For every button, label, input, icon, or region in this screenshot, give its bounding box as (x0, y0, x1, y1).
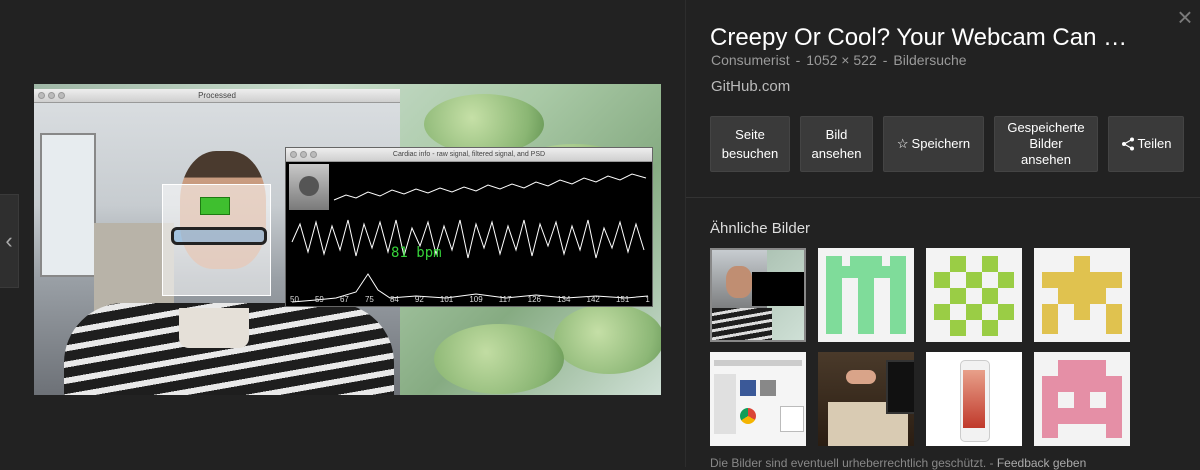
axis-tick-label: 59 (314, 295, 324, 304)
axis-tick-label: 151 (615, 295, 630, 304)
similar-image-thumb[interactable] (818, 352, 914, 446)
processed-window-title: Processed (198, 91, 236, 100)
feedback-link[interactable]: Feedback geben (997, 456, 1086, 470)
main-image[interactable]: Processed Cardiac info - raw signal, fil… (34, 84, 661, 395)
star-icon: ☆ (896, 136, 909, 151)
image-meta: Consumerist -1052 × 522- Bildersuche (711, 52, 973, 68)
similar-image-thumb[interactable] (1034, 352, 1130, 446)
bpm-readout: 81 bpm (391, 245, 442, 261)
axis-tick-label: 117 (498, 295, 512, 304)
axis-tick-label: 126 (527, 295, 541, 304)
axis-tick-label: 84 (389, 295, 399, 304)
cardiac-window-title: Cardiac info - raw signal, filtered sign… (392, 151, 546, 158)
axis-tick-label: 142 (586, 295, 600, 304)
close-button[interactable]: × (1173, 4, 1197, 30)
footer-separator: - (989, 456, 994, 470)
similar-image-thumb[interactable] (926, 352, 1022, 446)
axis-tick-label: 134 (557, 295, 571, 304)
meta-separator: - (882, 52, 888, 68)
chevron-left-icon: ‹ (5, 228, 13, 253)
copyright-notice: Die Bilder sind eventuell urheberrechtli… (710, 456, 987, 470)
save-button[interactable]: ☆ Speichern (883, 116, 984, 172)
forehead-region (200, 197, 230, 215)
similar-images-heading: Ähnliche Bilder (710, 220, 811, 237)
similar-images-grid (710, 248, 1134, 446)
axis-tick-label: 109 (469, 295, 483, 304)
image-info-panel: × Creepy Or Cool? Your Webcam Can … Cons… (685, 0, 1200, 470)
axis-tick-label: 75 (364, 295, 374, 304)
similar-image-thumb[interactable] (710, 352, 806, 446)
axis-tick-label: 101 (439, 295, 454, 304)
signal-plots (291, 173, 649, 303)
source-site-link[interactable]: GitHub.com (711, 78, 790, 95)
axis-tick-label: 1 (645, 295, 650, 304)
meta-size: 1052 × 522 (806, 52, 877, 68)
view-image-button[interactable]: Bild ansehen (800, 116, 873, 172)
similar-image-thumb[interactable] (926, 248, 1022, 342)
meta-type: Bildersuche (893, 52, 967, 68)
similar-image-thumb[interactable] (1034, 248, 1130, 342)
similar-image-thumb[interactable] (818, 248, 914, 342)
meta-source: Consumerist (711, 52, 790, 68)
similar-image-thumb[interactable] (710, 248, 806, 342)
action-buttons: Seite besuchen Bild ansehen ☆ Speichern … (710, 116, 1184, 172)
previous-image-button[interactable]: ‹ (0, 194, 19, 288)
footer-notice: Die Bilder sind eventuell urheberrechtli… (710, 456, 1086, 470)
frequency-axis: 50 59 67 75 84 92 101 109 117 126 134 142 151 1 (290, 295, 650, 304)
visit-page-button[interactable]: Seite besuchen (710, 116, 790, 172)
share-icon (1121, 137, 1134, 151)
saved-images-button[interactable]: Gespeicherte Bilder ansehen (994, 116, 1098, 172)
axis-tick-label: 92 (414, 295, 424, 304)
meta-separator: - (795, 52, 801, 68)
image-preview: ‹ Processed Cardiac info - raw signal, f… (0, 0, 685, 467)
image-title[interactable]: Creepy Or Cool? Your Webcam Can … (710, 24, 1160, 52)
share-button[interactable]: Teilen (1108, 116, 1184, 172)
cardiac-info-window: Cardiac info - raw signal, filtered sign… (285, 147, 653, 307)
axis-tick-label: 67 (339, 295, 349, 304)
axis-tick-label: 50 (290, 295, 299, 304)
close-icon: × (1177, 2, 1193, 32)
divider (686, 197, 1200, 198)
